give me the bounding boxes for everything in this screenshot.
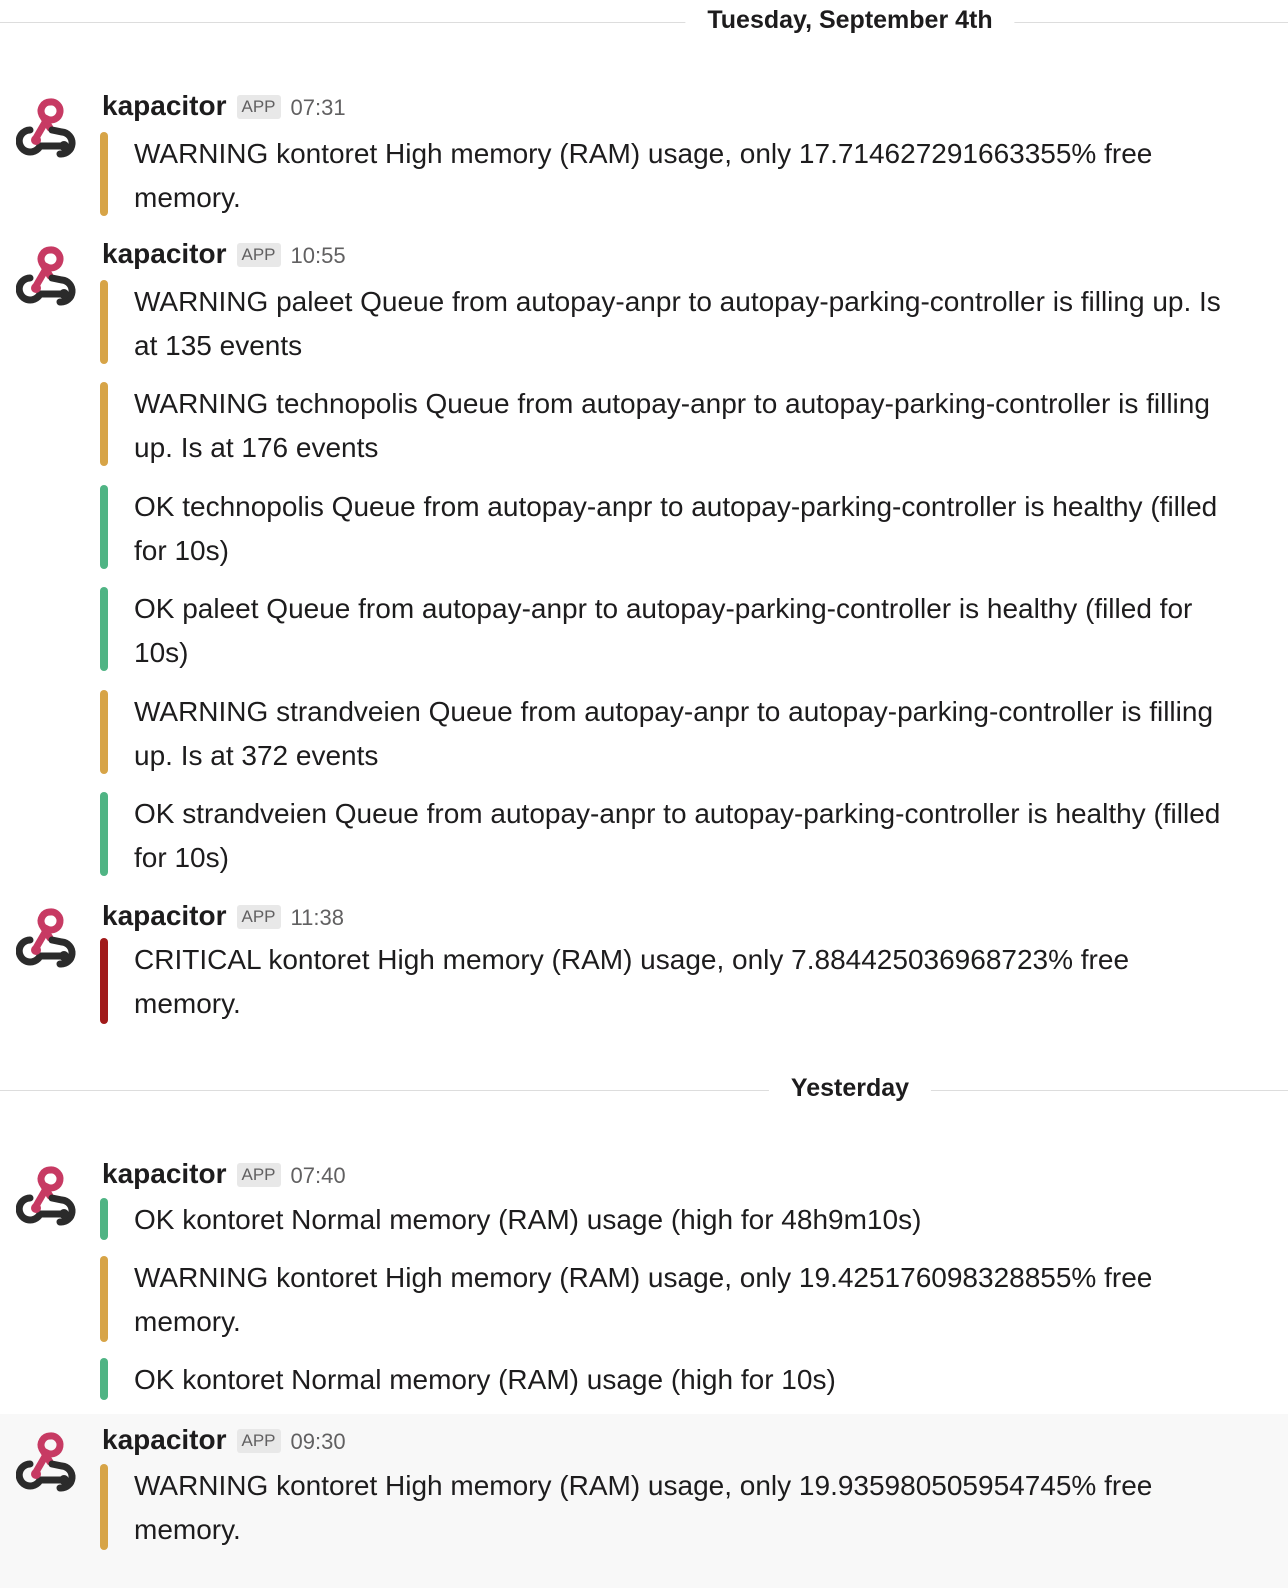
message: kapacitor APP 07:40 OK kontoret Normal m… [0,1148,1288,1410]
attachment-color-bar [100,132,108,216]
webhook-icon[interactable] [16,94,84,162]
app-badge: APP [236,243,281,267]
webhook-icon[interactable] [16,1428,84,1496]
divider-line [0,22,1288,23]
attachment: WARNING strandveien Queue from autopay-a… [100,690,1240,774]
message-header: kapacitor APP 09:30 [102,1424,346,1460]
app-badge: APP [236,905,281,929]
attachment-text: OK technopolis Queue from autopay-anpr t… [134,491,1218,566]
attachment-text: WARNING kontoret High memory (RAM) usage… [134,138,1153,213]
divider-line [0,1090,1288,1091]
day-divider-label[interactable]: Tuesday, September 4th [685,6,1015,35]
timestamp[interactable]: 07:31 [291,95,346,121]
webhook-icon[interactable] [16,904,84,972]
app-badge: APP [236,95,281,119]
attachment: OK kontoret Normal memory (RAM) usage (h… [100,1198,1240,1240]
attachment: WARNING kontoret High memory (RAM) usage… [100,1256,1240,1342]
attachment-color-bar [100,690,108,774]
attachment-text: WARNING strandveien Queue from autopay-a… [134,696,1214,771]
timestamp[interactable]: 09:30 [291,1429,346,1455]
webhook-icon[interactable] [16,242,84,310]
attachment: CRITICAL kontoret High memory (RAM) usag… [100,938,1240,1024]
attachment-color-bar [100,938,108,1024]
app-badge: APP [236,1163,281,1187]
attachment-color-bar [100,485,108,569]
message: kapacitor APP 07:31 WARNING kontoret Hig… [0,80,1288,222]
sender-name[interactable]: kapacitor [102,90,227,122]
day-divider: Tuesday, September 4th [0,0,1288,48]
message-header: kapacitor APP 07:40 [102,1158,346,1194]
attachment-text: OK kontoret Normal memory (RAM) usage (h… [134,1364,836,1395]
message: kapacitor APP 11:38 CRITICAL kontoret Hi… [0,890,1288,1032]
attachment-color-bar [100,1198,108,1240]
timestamp[interactable]: 07:40 [291,1163,346,1189]
attachment-color-bar [100,382,108,466]
attachment-color-bar [100,1358,108,1400]
message: kapacitor APP 09:30 WARNING kontoret Hig… [0,1414,1288,1588]
message-header: kapacitor APP 07:31 [102,90,346,126]
attachment: WARNING paleet Queue from autopay-anpr t… [100,280,1240,364]
attachment-color-bar [100,1256,108,1342]
attachment-color-bar [100,587,108,671]
attachment-color-bar [100,1464,108,1550]
sender-name[interactable]: kapacitor [102,900,227,932]
sender-name[interactable]: kapacitor [102,1424,227,1456]
attachment: OK kontoret Normal memory (RAM) usage (h… [100,1358,1240,1400]
attachment-text: WARNING paleet Queue from autopay-anpr t… [134,286,1221,361]
sender-name[interactable]: kapacitor [102,1158,227,1190]
message: kapacitor APP 10:55 WARNING paleet Queue… [0,228,1288,882]
webhook-icon[interactable] [16,1162,84,1230]
timestamp[interactable]: 11:38 [291,905,344,931]
attachment: WARNING kontoret High memory (RAM) usage… [100,132,1240,216]
sender-name[interactable]: kapacitor [102,238,227,270]
attachment: WARNING technopolis Queue from autopay-a… [100,382,1240,466]
attachment-text: WARNING technopolis Queue from autopay-a… [134,388,1210,463]
timestamp[interactable]: 10:55 [291,243,346,269]
attachment-color-bar [100,280,108,364]
attachment: WARNING kontoret High memory (RAM) usage… [100,1464,1240,1550]
attachment-text: CRITICAL kontoret High memory (RAM) usag… [134,944,1130,1019]
attachment: OK paleet Queue from autopay-anpr to aut… [100,587,1240,671]
attachment-text: OK strandveien Queue from autopay-anpr t… [134,798,1221,873]
attachment: OK technopolis Queue from autopay-anpr t… [100,485,1240,569]
day-divider-label[interactable]: Yesterday [768,1074,932,1103]
attachment: OK strandveien Queue from autopay-anpr t… [100,792,1240,876]
attachment-text: OK paleet Queue from autopay-anpr to aut… [134,593,1193,668]
attachment-color-bar [100,792,108,876]
message-header: kapacitor APP 11:38 [102,900,344,936]
attachment-text: WARNING kontoret High memory (RAM) usage… [134,1262,1153,1337]
attachment-text: OK kontoret Normal memory (RAM) usage (h… [134,1204,922,1235]
message-header: kapacitor APP 10:55 [102,238,346,274]
app-badge: APP [236,1429,281,1453]
attachment-text: WARNING kontoret High memory (RAM) usage… [134,1470,1153,1545]
day-divider: Yesterday [0,1068,1288,1116]
